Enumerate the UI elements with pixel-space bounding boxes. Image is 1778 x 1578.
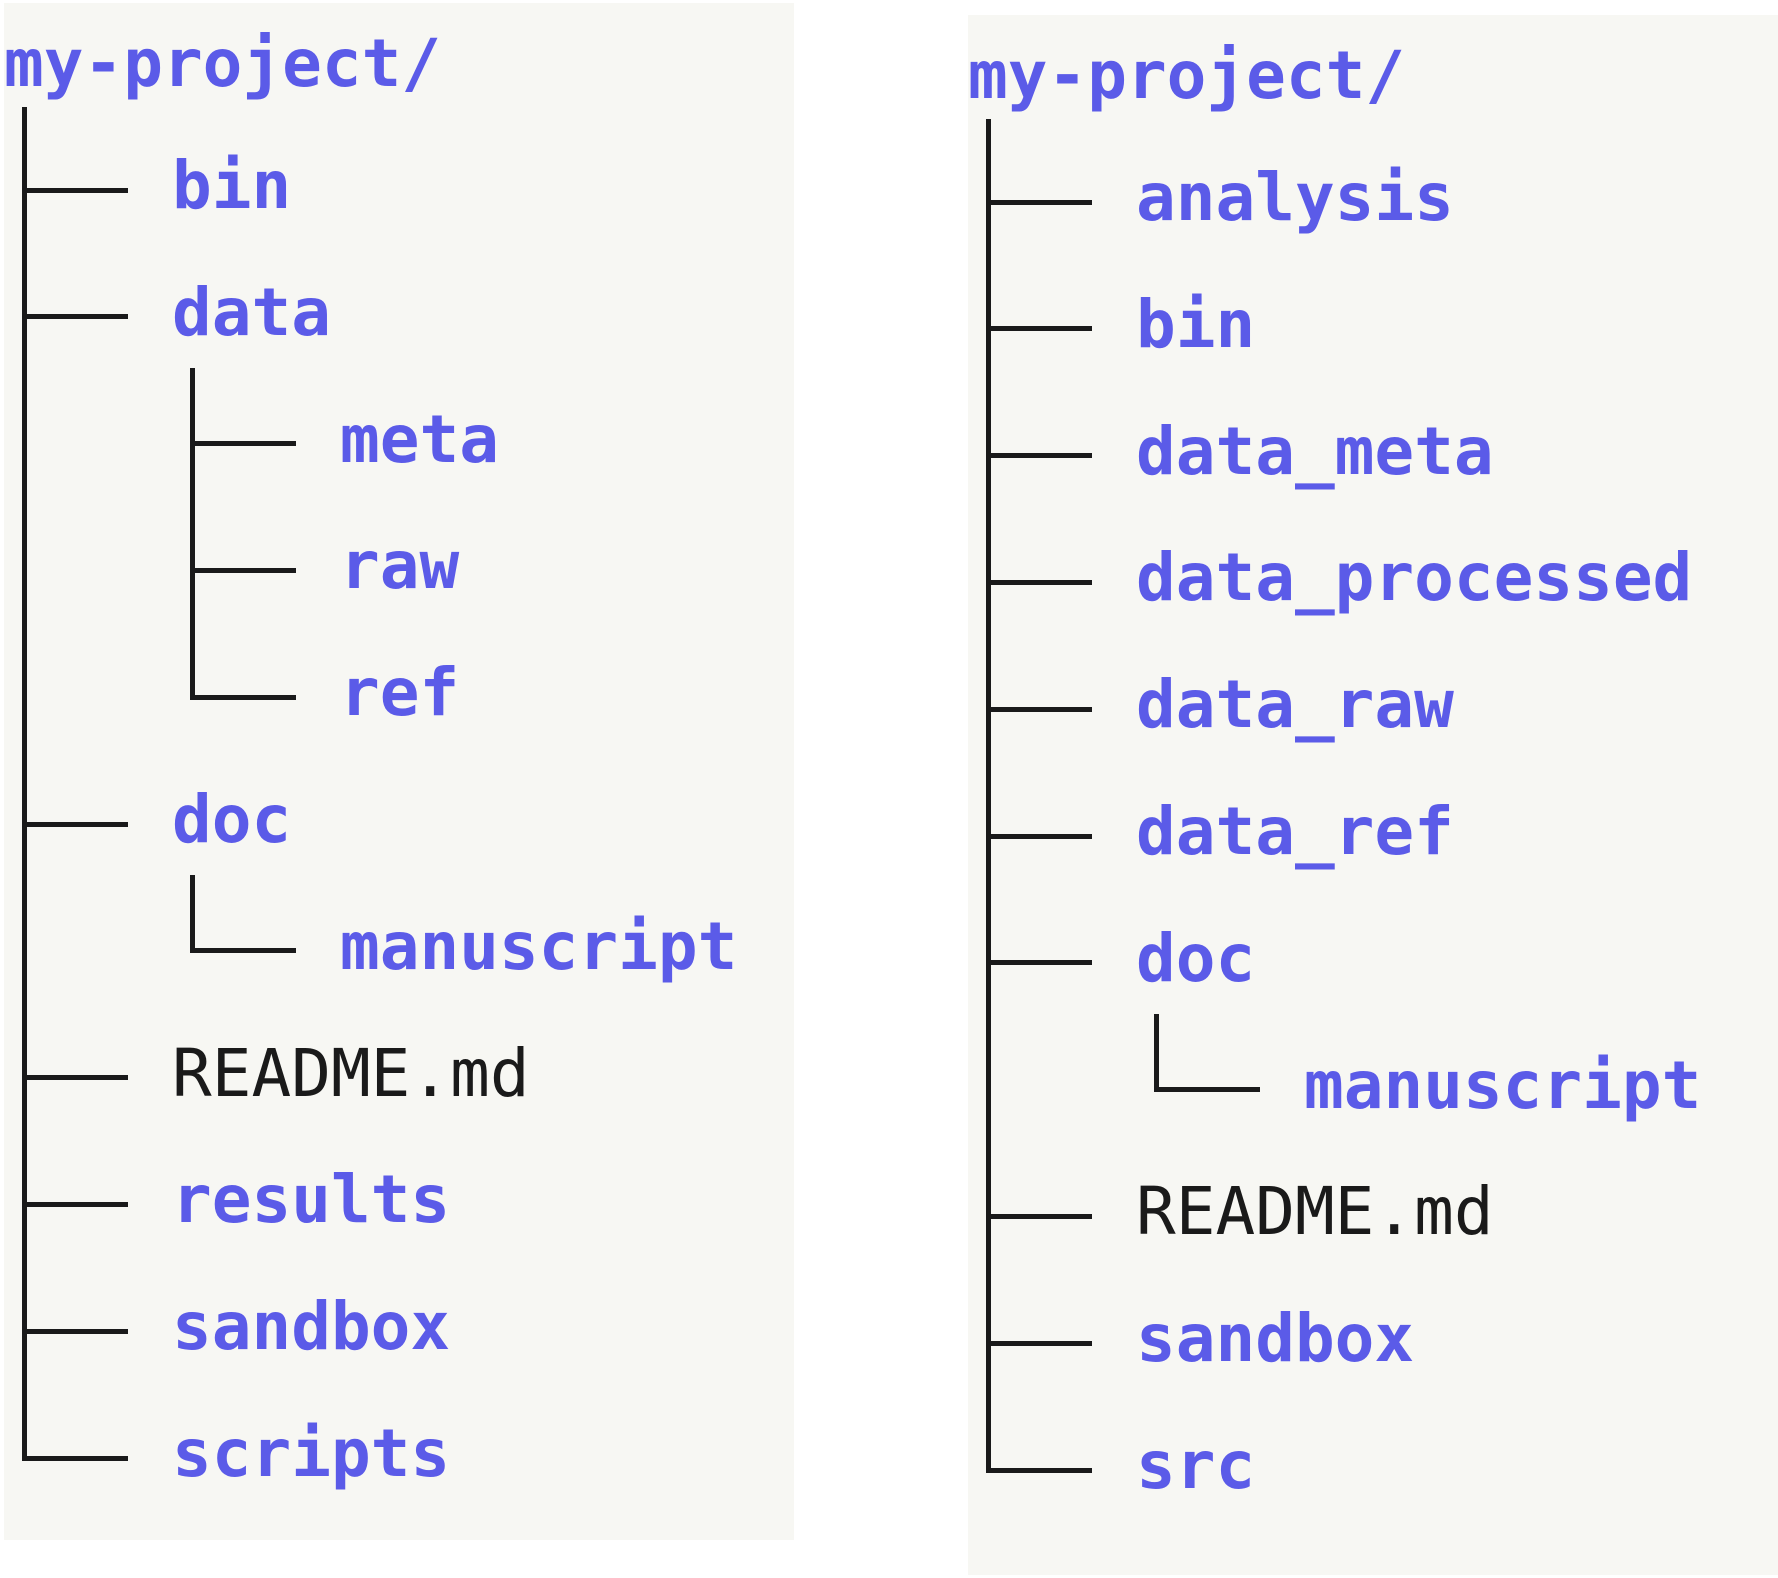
folder-name: data [172,273,331,351]
tree-branch-line [190,367,195,700]
folder-name: manuscript [340,907,738,985]
tree-connector [190,441,296,447]
folder-name: src [1136,1427,1256,1504]
directory-tree: my-project/ bin data meta raw ref doc manuscri… [4,3,794,1540]
folder-name: doc [172,781,292,858]
folder-name: sandbox [1136,1300,1415,1378]
folder-name: manuscript [1304,1046,1702,1124]
file-name: README.md [1136,1173,1494,1251]
tree-connector [986,833,1092,839]
tree-branch-line [190,875,195,954]
folder-name: data_meta [1136,412,1494,490]
tree-connector [986,1213,1092,1219]
folder-name: sandbox [172,1288,451,1366]
tree-connector [986,199,1092,205]
tree-connector [1154,1087,1260,1093]
file-name: README.md [172,1034,530,1112]
tree-connector [986,1467,1092,1473]
tree-trunk-line [986,119,991,1473]
tree-panel-left: my-project/ bin data meta raw ref doc manuscri… [4,3,794,1540]
tree-connector [190,567,296,573]
folder-name: bin [1136,285,1256,363]
tree-connector [190,948,296,954]
folder-name: results [172,1161,451,1239]
folder-name: data_raw [1136,666,1454,744]
folder-name: doc [1136,919,1256,997]
folder-name: data_processed [1136,539,1693,617]
tree-panel-right: my-project/ analysis bin data_meta data_pro… [968,15,1778,1575]
tree-connector [986,579,1092,585]
tree-root-label: my-project/ [4,25,442,102]
tree-connector [22,1201,128,1207]
tree-connector [190,694,296,700]
folder-name: scripts [172,1415,451,1492]
tree-connector [986,326,1092,332]
tree-connector [22,187,128,193]
tree-connector [22,1075,128,1081]
tree-connector [22,1328,128,1334]
tree-connector [986,453,1092,459]
folder-name: data_ref [1136,793,1454,870]
folder-name: raw [340,527,460,605]
tree-branch-line [1154,1013,1159,1093]
folder-name: ref [340,654,460,732]
directory-tree: my-project/ analysis bin data_meta data_pro… [968,15,1778,1575]
tree-root-label: my-project/ [968,37,1406,114]
tree-connector [22,1455,128,1461]
tree-connector [986,706,1092,712]
tree-trunk-line [22,107,27,1461]
tree-connector [986,1340,1092,1346]
folder-name: meta [340,400,499,478]
tree-connector [986,960,1092,966]
folder-name: analysis [1136,159,1454,236]
tree-connector [22,821,128,827]
tree-connector [22,314,128,320]
folder-name: bin [172,147,292,224]
